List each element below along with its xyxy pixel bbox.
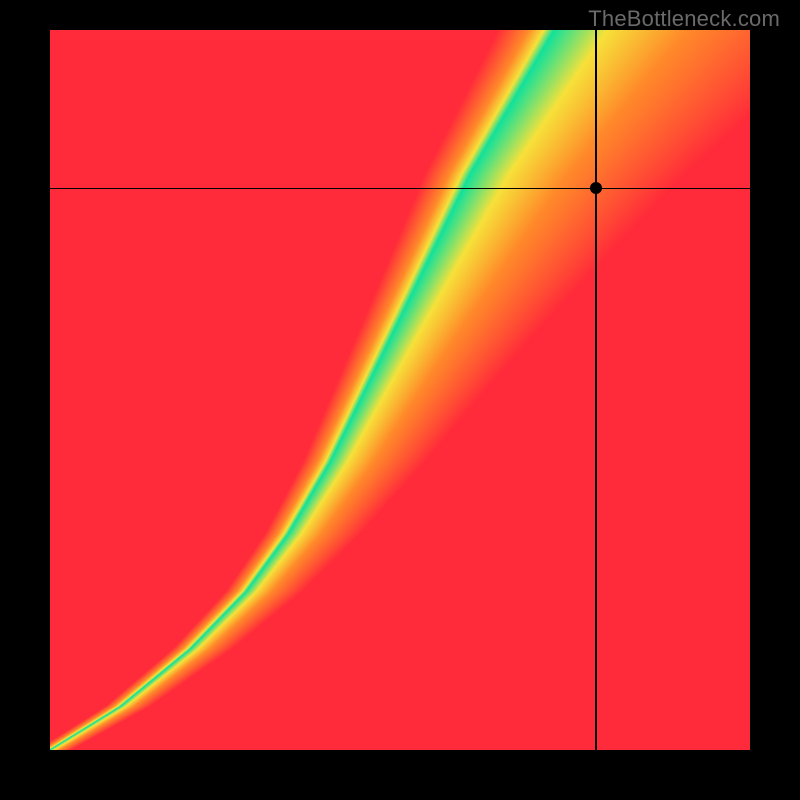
heatmap-canvas <box>50 30 750 750</box>
watermark-text: TheBottleneck.com <box>588 6 780 32</box>
crosshair-horizontal <box>50 188 750 190</box>
marker-dot <box>590 182 602 194</box>
heatmap-plot <box>50 30 750 750</box>
crosshair-vertical <box>595 30 597 750</box>
